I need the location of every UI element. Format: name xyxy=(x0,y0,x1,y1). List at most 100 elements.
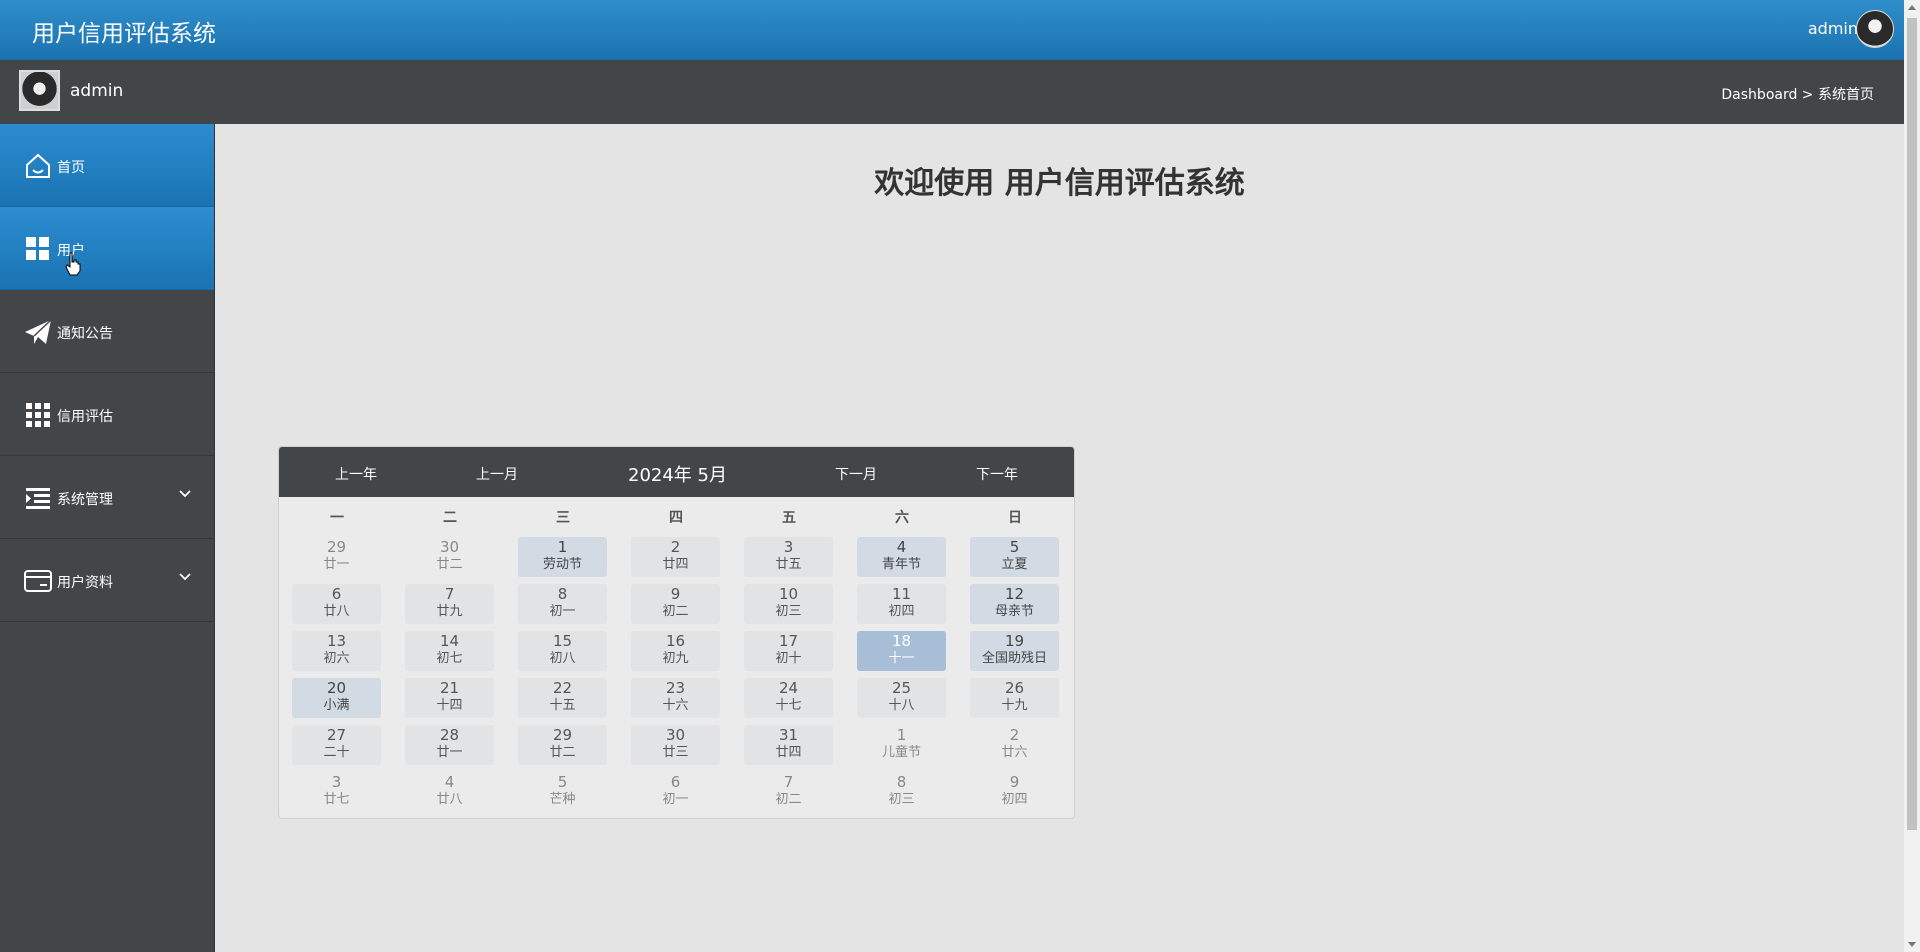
calendar-day[interactable]: 19 全国助残日 xyxy=(970,631,1059,671)
scroll-up-icon[interactable] xyxy=(1908,5,1916,10)
day-number: 23 xyxy=(665,679,686,697)
next-month-button[interactable]: 下一月 xyxy=(835,464,877,484)
lunar-date: 芒种 xyxy=(549,792,576,807)
calendar-day[interactable]: 5 芒种 xyxy=(518,772,607,812)
calendar-day[interactable]: 6 初一 xyxy=(631,772,720,812)
lunar-date: 廿四 xyxy=(662,557,689,572)
calendar-day[interactable]: 9 初四 xyxy=(970,772,1059,812)
sidebar-item-system[interactable]: 系统管理 xyxy=(0,456,214,539)
lunar-date: 初二 xyxy=(662,604,689,619)
calendar-day[interactable]: 4 青年节 xyxy=(857,537,946,577)
lunar-date: 廿六 xyxy=(1001,745,1028,760)
calendar-day[interactable]: 7 初二 xyxy=(744,772,833,812)
calendar-day[interactable]: 16 初九 xyxy=(631,631,720,671)
home-icon xyxy=(26,153,50,178)
sidebar-item-notice[interactable]: 通知公告 xyxy=(0,290,214,373)
calendar-day[interactable]: 4 廿八 xyxy=(405,772,494,812)
day-number: 9 xyxy=(1009,773,1020,791)
calendar-day[interactable]: 14 初七 xyxy=(405,631,494,671)
calendar-day[interactable]: 21 十四 xyxy=(405,678,494,718)
paper-plane-icon xyxy=(25,319,52,344)
calendar-day[interactable]: 15 初八 xyxy=(518,631,607,671)
lunar-date: 初八 xyxy=(549,651,576,666)
lunar-date: 初二 xyxy=(775,792,802,807)
sidebar-item-profile[interactable]: 用户资料 xyxy=(0,539,214,622)
calendar-day[interactable]: 28 廿一 xyxy=(405,725,494,765)
app-title: 用户信用评估系统 xyxy=(32,21,216,47)
calendar-day[interactable]: 3 廿五 xyxy=(744,537,833,577)
sidebar-item-users[interactable]: 用户 xyxy=(0,207,214,290)
calendar-day[interactable]: 5 立夏 xyxy=(970,537,1059,577)
calendar-day[interactable]: 23 十六 xyxy=(631,678,720,718)
header-avatar[interactable] xyxy=(1856,10,1894,48)
calendar-day[interactable]: 18 十一 xyxy=(857,631,946,671)
calendar-day[interactable]: 29 廿二 xyxy=(518,725,607,765)
calendar-day[interactable]: 1 儿童节 xyxy=(857,725,946,765)
calendar-day[interactable]: 7 廿九 xyxy=(405,584,494,624)
list-icon xyxy=(26,488,50,509)
calendar-day[interactable]: 2 廿六 xyxy=(970,725,1059,765)
calendar-day[interactable]: 6 廿八 xyxy=(292,584,381,624)
chevron-down-icon xyxy=(179,573,191,581)
calendar-day[interactable]: 2 廿四 xyxy=(631,537,720,577)
calendar-day[interactable]: 8 初一 xyxy=(518,584,607,624)
calendar-day[interactable]: 25 十八 xyxy=(857,678,946,718)
lunar-date: 立夏 xyxy=(1001,557,1028,572)
scrollbar-thumb[interactable] xyxy=(1907,18,1917,830)
calendar-day[interactable]: 27 二十 xyxy=(292,725,381,765)
calendar-days: 29 廿一 30 廿二 1 劳动节 2 廿四 3 廿五 4 青年节 5 立夏 6 廿八 7 廿九 8 初一 9 初二 10 初… xyxy=(279,537,1074,817)
day-number: 27 xyxy=(326,726,347,744)
calendar-day[interactable]: 9 初二 xyxy=(631,584,720,624)
top-header: 用户信用评估系统 admin xyxy=(0,0,1904,60)
calendar-day[interactable]: 17 初十 xyxy=(744,631,833,671)
calendar-day[interactable]: 24 十七 xyxy=(744,678,833,718)
day-number: 21 xyxy=(439,679,460,697)
calendar-day[interactable]: 31 廿四 xyxy=(744,725,833,765)
calendar-day[interactable]: 1 劳动节 xyxy=(518,537,607,577)
sidebar-item-label: 信用评估 xyxy=(57,409,113,425)
day-number: 4 xyxy=(896,538,907,556)
lunar-date: 十六 xyxy=(662,698,689,713)
weekday-label: 日 xyxy=(1008,510,1022,526)
calendar-day[interactable]: 8 初三 xyxy=(857,772,946,812)
sidebar-avatar xyxy=(19,70,60,111)
calendar-day[interactable]: 3 廿七 xyxy=(292,772,381,812)
lunar-date: 母亲节 xyxy=(994,604,1034,619)
calendar-day[interactable]: 13 初六 xyxy=(292,631,381,671)
next-year-button[interactable]: 下一年 xyxy=(976,464,1018,484)
lunar-date: 劳动节 xyxy=(542,557,582,572)
day-number: 3 xyxy=(783,538,794,556)
sidebar-item-home[interactable]: 首页 xyxy=(0,124,214,207)
lunar-date: 二十 xyxy=(323,745,350,760)
lunar-date: 初三 xyxy=(888,792,915,807)
lunar-date: 初四 xyxy=(888,604,915,619)
day-number: 1 xyxy=(557,538,568,556)
calendar-day[interactable]: 29 廿一 xyxy=(292,537,381,577)
scroll-down-icon[interactable] xyxy=(1908,942,1916,947)
day-number: 10 xyxy=(778,585,799,603)
weekday-label: 三 xyxy=(556,510,570,526)
sidebar-item-credit[interactable]: 信用评估 xyxy=(0,373,214,456)
calendar-day[interactable]: 12 母亲节 xyxy=(970,584,1059,624)
header-username[interactable]: admin xyxy=(1808,19,1858,38)
page-scrollbar[interactable] xyxy=(1904,0,1920,952)
calendar-day[interactable]: 11 初四 xyxy=(857,584,946,624)
calendar-title: 2024年 5月 xyxy=(628,465,727,486)
day-number: 22 xyxy=(552,679,573,697)
calendar-day[interactable]: 22 十五 xyxy=(518,678,607,718)
day-number: 26 xyxy=(1004,679,1025,697)
calendar-day[interactable]: 30 廿二 xyxy=(405,537,494,577)
day-number: 11 xyxy=(891,585,912,603)
calendar-day[interactable]: 10 初三 xyxy=(744,584,833,624)
calendar-day[interactable]: 26 十九 xyxy=(970,678,1059,718)
lunar-date: 廿二 xyxy=(549,745,576,760)
lunar-date: 初六 xyxy=(323,651,350,666)
weekday-label: 六 xyxy=(895,510,909,526)
card-icon xyxy=(24,570,52,592)
lunar-date: 廿一 xyxy=(436,745,463,760)
day-number: 17 xyxy=(778,632,799,650)
calendar-day[interactable]: 20 小满 xyxy=(292,678,381,718)
calendar-day[interactable]: 30 廿三 xyxy=(631,725,720,765)
lunar-date: 廿四 xyxy=(775,745,802,760)
chevron-down-icon xyxy=(179,490,191,498)
